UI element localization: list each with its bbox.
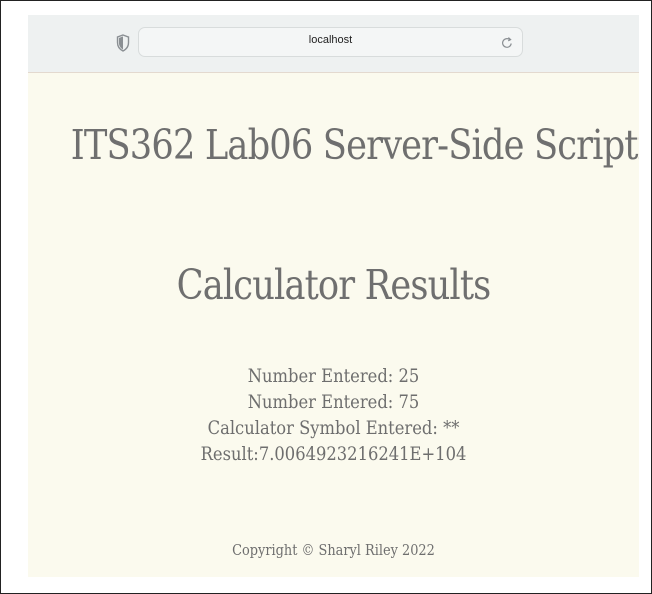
result-first-number: Number Entered: 25 [71, 363, 596, 389]
address-bar[interactable]: localhost [138, 27, 523, 57]
screenshot-frame: localhost ITS362 Lab06 Server-Side Scrip… [0, 0, 652, 594]
result-value: 75 [398, 391, 420, 413]
result-second-number: Number Entered: 75 [71, 389, 596, 415]
copyright-text: Copyright © Sharyl Riley 2022 [232, 541, 435, 559]
result-value: 25 [398, 365, 420, 387]
results-heading: Calculator Results [176, 261, 492, 309]
result-value: 7.0064923216241E+104 [258, 443, 467, 465]
result-label: Number Entered: [247, 365, 394, 387]
reload-icon[interactable] [500, 35, 514, 49]
result-label: Calculator Symbol Entered: [207, 417, 438, 439]
shield-icon[interactable] [116, 34, 130, 52]
address-text: localhost [308, 34, 353, 46]
result-value: ** [443, 417, 460, 439]
browser-window: localhost ITS362 Lab06 Server-Side Scrip… [28, 15, 639, 577]
page-title: ITS362 Lab06 Server-Side Scripting I [70, 121, 639, 169]
result-label: Result: [200, 443, 259, 465]
browser-toolbar: localhost [28, 15, 639, 73]
result-final: Result:7.0064923216241E+104 [71, 441, 596, 467]
result-label: Number Entered: [247, 391, 394, 413]
results-list: Number Entered: 25 Number Entered: 75 Ca… [28, 363, 639, 467]
result-symbol: Calculator Symbol Entered: ** [71, 415, 596, 441]
